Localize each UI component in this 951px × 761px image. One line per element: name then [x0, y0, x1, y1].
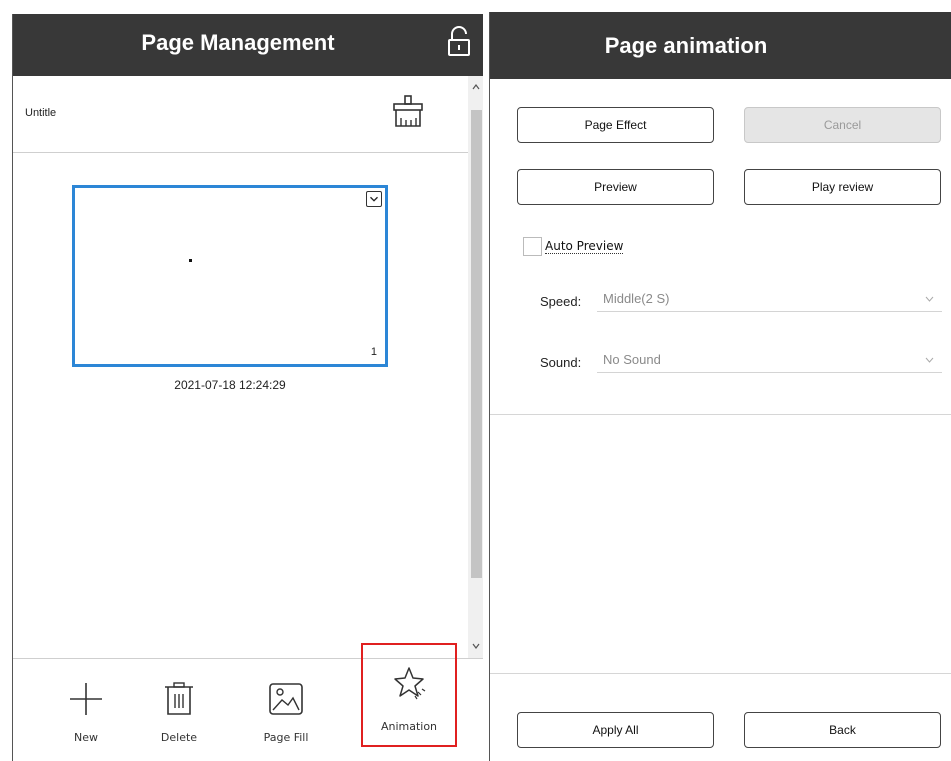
play-review-button[interactable]: Play review [744, 169, 941, 205]
page-title: Page Management [141, 30, 335, 55]
page-animation-panel: Page animation Page Effect Cancel Previe… [489, 12, 951, 761]
unlock-icon[interactable] [447, 26, 471, 58]
star-icon [394, 667, 426, 700]
sound-select[interactable]: No Sound [597, 349, 942, 373]
sound-label: Sound: [540, 355, 582, 370]
trash-icon [165, 682, 193, 715]
clear-broom-icon[interactable] [391, 94, 425, 130]
page-effect-button[interactable]: Page Effect [517, 107, 714, 143]
speed-label: Speed: [540, 294, 582, 309]
page-management-panel: Page Management Untitle 1 2021-07-18 12:… [12, 14, 483, 761]
preview-button[interactable]: Preview [517, 169, 714, 205]
page-fill-button[interactable]: Page Fill [241, 659, 331, 761]
page-toolbar: New Delete Page Fill Animation [13, 643, 483, 761]
divider [490, 414, 951, 415]
page-fill-label: Page Fill [263, 731, 309, 744]
animation-label: Animation [380, 720, 438, 733]
animation-button[interactable]: Animation [361, 643, 457, 747]
scrollbar-thumb[interactable] [471, 110, 482, 578]
sound-value: No Sound [603, 352, 661, 367]
delete-page-button[interactable]: Delete [134, 659, 224, 761]
speed-select[interactable]: Middle(2 S) [597, 288, 942, 312]
panel-title: Page animation [604, 33, 768, 58]
thumbnail-dropdown-button[interactable] [366, 191, 382, 207]
back-button[interactable]: Back [744, 712, 941, 748]
scroll-up-icon[interactable] [471, 82, 481, 92]
chevron-down-icon [370, 196, 378, 202]
page-animation-header: Page animation [490, 12, 951, 79]
screen: Page Management Untitle 1 2021-07-18 12:… [0, 0, 951, 761]
page-number: 1 [370, 346, 377, 358]
new-label: New [74, 731, 98, 744]
divider [490, 673, 951, 674]
document-name: Untitle [25, 107, 57, 119]
page-timestamp: 2021-07-18 12:24:29 [174, 378, 286, 392]
auto-preview-label[interactable]: Auto Preview [545, 239, 624, 254]
speed-value: Middle(2 S) [603, 291, 670, 306]
apply-all-button[interactable]: Apply All [517, 712, 714, 748]
page-management-header: Page Management [13, 14, 483, 76]
scroll-down-icon[interactable] [471, 641, 481, 651]
document-row[interactable]: Untitle [13, 76, 468, 153]
new-page-button[interactable]: New [41, 659, 131, 761]
chevron-down-icon [925, 296, 934, 302]
vertical-scrollbar[interactable] [468, 76, 483, 658]
cancel-button[interactable]: Cancel [744, 107, 941, 143]
thumbnail-content-dot [189, 259, 192, 262]
plus-icon [70, 683, 102, 715]
image-icon [269, 683, 303, 715]
auto-preview-checkbox[interactable] [523, 237, 542, 256]
page-thumbnail[interactable]: 1 [72, 185, 388, 367]
delete-label: Delete [160, 731, 198, 744]
chevron-down-icon [925, 357, 934, 363]
